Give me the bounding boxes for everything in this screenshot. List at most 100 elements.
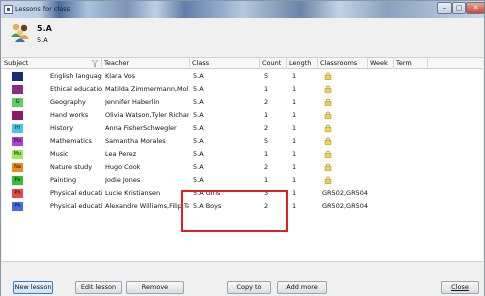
cell-count: 2 (264, 98, 269, 106)
lock-icon (324, 163, 332, 171)
table-row[interactable]: Ma Mathematics Samantha Morales 5.A 5 1 (2, 135, 428, 148)
column-length[interactable]: Length (287, 58, 318, 69)
cell-count: 5 (264, 72, 269, 80)
cell-subject: Hand works (50, 111, 89, 119)
cell-length: 1 (292, 202, 297, 210)
cell-class: 5.A (193, 150, 204, 158)
cell-subject: Ethical education (50, 85, 102, 93)
subject-color-swatch: Ma (12, 137, 23, 146)
cell-teacher: Alexandre Williams,Filip Taylo (105, 202, 189, 210)
column-teacher[interactable]: Teacher (102, 58, 190, 69)
table-row[interactable]: G Geography Jennifer Haberlin 5.A 2 1 (2, 96, 428, 109)
cell-subject: History (50, 124, 74, 132)
cell-teacher: Lea Perez (105, 150, 137, 158)
class-title: 5.A (37, 24, 52, 33)
cell-teacher: Olivia Watson,Tyler Richards (105, 111, 189, 119)
cell-length: 1 (292, 150, 297, 158)
table-row[interactable]: Hi History Anna FisherSchwegler 5.A 2 1 (2, 122, 428, 135)
subject-color-swatch (12, 85, 23, 94)
subject-color-swatch (12, 72, 23, 81)
add-more-button[interactable]: Add more (277, 281, 327, 294)
cell-teacher: Matilda Zimmermann,Mollie ... (105, 85, 189, 93)
lock-icon (324, 150, 332, 158)
table-header: Subject Teacher Class Count Length Class… (2, 58, 483, 69)
cell-subject: Mathematics (50, 137, 92, 145)
cell-teacher: Jodie Jones (105, 176, 141, 184)
subject-color-swatch (12, 111, 23, 120)
lock-icon (324, 137, 332, 145)
cell-count: 2 (264, 124, 269, 132)
lock-icon (324, 124, 332, 132)
lock-icon (324, 72, 332, 80)
cell-teacher: Hugo Cook (105, 163, 141, 171)
cell-classrooms: GR502,GR504 (322, 202, 368, 210)
window-title: Lessons for class (15, 5, 70, 13)
column-subject[interactable]: Subject (2, 58, 102, 69)
maximize-button[interactable]: ▢ (452, 2, 466, 14)
cell-length: 1 (292, 124, 297, 132)
cell-length: 1 (292, 163, 297, 171)
subject-color-swatch: Hi (12, 124, 23, 133)
cell-count: 1 (264, 111, 269, 119)
cell-classrooms: GR502,GR504 (322, 189, 368, 197)
filter-icon[interactable] (92, 60, 98, 67)
cell-teacher: Klara Vos (105, 72, 136, 80)
subject-color-swatch: Na (12, 163, 23, 172)
cell-count: 1 (264, 150, 269, 158)
table-row[interactable]: Na Nature study Hugo Cook 5.A 2 1 (2, 161, 428, 174)
class-header: 5.A 5.A (1, 19, 484, 55)
column-week[interactable]: Week (368, 58, 394, 69)
subject-color-swatch: Ph (12, 202, 23, 211)
cell-length: 1 (292, 111, 297, 119)
cell-class: 5.A (193, 137, 204, 145)
subject-color-swatch: Pa (12, 176, 23, 185)
cell-class: 5.A (193, 176, 204, 184)
close-button[interactable]: Close (441, 281, 479, 294)
copy-to-button[interactable]: Copy to (227, 281, 271, 294)
cell-length: 1 (292, 85, 297, 93)
cell-class: 5.A (193, 124, 204, 132)
table-row[interactable]: Mu Music Lea Perez 5.A 1 1 (2, 148, 428, 161)
column-classrooms[interactable]: Classrooms (318, 58, 368, 69)
close-window-button[interactable]: ✕ (466, 2, 485, 14)
lock-icon (324, 85, 332, 93)
title-bar[interactable]: Lessons for class – ▢ ✕ (1, 1, 485, 18)
table-row[interactable]: Ethical educationMatilda Zimmermann,Moll… (2, 83, 428, 96)
column-class[interactable]: Class (190, 58, 260, 69)
cell-class: 5.A (193, 111, 204, 119)
remove-button[interactable]: Remove (126, 281, 184, 294)
subject-color-swatch: G (12, 98, 23, 107)
cell-subject: Painting (50, 176, 77, 184)
cell-count: 2 (264, 163, 269, 171)
group-avatar-icon (11, 23, 29, 42)
table-row[interactable]: English language Klara Vos 5.A 5 1 (2, 70, 428, 83)
class-subtitle: 5.A (37, 36, 48, 44)
cell-subject: Geography (50, 98, 86, 106)
lessons-window: Lessons for class – ▢ ✕ 5.A 5.A Subject … (0, 0, 485, 296)
cell-length: 1 (292, 189, 297, 197)
subject-color-swatch: Mu (12, 150, 23, 159)
cell-class: 5.A (193, 98, 204, 106)
cell-teacher: Jennifer Haberlin (105, 98, 160, 106)
cell-count: 1 (264, 176, 269, 184)
bottom-toolbar: New lesson Edit lesson Remove Copy to Ad… (1, 281, 484, 296)
lock-icon (324, 176, 332, 184)
cell-teacher: Anna FisherSchwegler (105, 124, 177, 132)
table-row[interactable]: Pa Painting Jodie Jones 5.A 1 1 (2, 174, 428, 187)
cell-subject: Music (50, 150, 69, 158)
new-lesson-button[interactable]: New lesson (13, 281, 53, 294)
edit-lesson-button[interactable]: Edit lesson (75, 281, 122, 294)
column-count[interactable]: Count (260, 58, 287, 69)
cell-length: 1 (292, 72, 297, 80)
cell-length: 1 (292, 137, 297, 145)
subject-color-swatch: Ph (12, 189, 23, 198)
cell-subject: Physical education (50, 202, 102, 210)
cell-class: 5.A (193, 163, 204, 171)
cell-teacher: Lucie Kristiansen (105, 189, 161, 197)
column-term[interactable]: Term (394, 58, 428, 69)
lock-icon (324, 98, 332, 106)
table-row[interactable]: Hand works Olivia Watson,Tyler Richards 5.… (2, 109, 428, 122)
minimize-button[interactable]: – (437, 2, 452, 14)
close-button-label: Close (451, 283, 469, 291)
cell-subject: English language (50, 72, 102, 80)
